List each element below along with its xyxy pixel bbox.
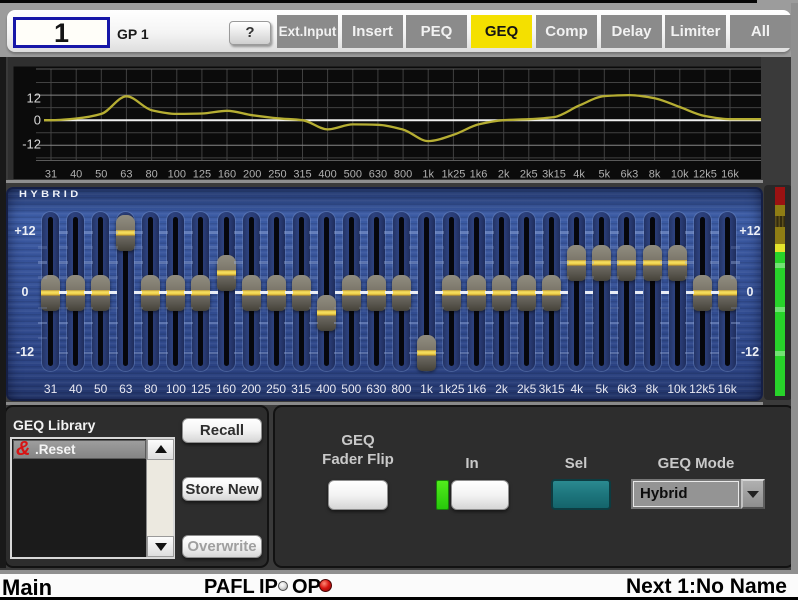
svg-text:16k: 16k [721,169,739,180]
svg-text:63: 63 [120,169,132,180]
svg-text:4k: 4k [573,169,585,180]
svg-text:5k: 5k [598,169,610,180]
svg-text:1k: 1k [422,169,434,180]
svg-text:3k15: 3k15 [542,169,566,180]
svg-text:12k5: 12k5 [693,169,717,180]
svg-text:500: 500 [344,169,362,180]
svg-text:6k3: 6k3 [621,169,639,180]
svg-text:12: 12 [27,91,41,106]
svg-text:-12: -12 [22,136,41,151]
svg-text:100: 100 [168,169,186,180]
svg-text:50: 50 [95,169,107,180]
svg-text:80: 80 [145,169,157,180]
svg-text:250: 250 [268,169,286,180]
svg-text:125: 125 [193,169,211,180]
svg-text:2k5: 2k5 [520,169,538,180]
svg-text:1k6: 1k6 [470,169,488,180]
svg-text:8k: 8k [649,169,661,180]
svg-text:1k25: 1k25 [441,169,465,180]
svg-text:0: 0 [34,113,41,128]
svg-text:160: 160 [218,169,236,180]
svg-text:31: 31 [45,169,57,180]
svg-text:200: 200 [243,169,261,180]
svg-text:800: 800 [394,169,412,180]
svg-text:40: 40 [70,169,82,180]
svg-text:630: 630 [369,169,387,180]
svg-text:10k: 10k [671,169,689,180]
svg-text:315: 315 [293,169,311,180]
svg-text:400: 400 [318,169,336,180]
svg-text:2k: 2k [498,169,510,180]
